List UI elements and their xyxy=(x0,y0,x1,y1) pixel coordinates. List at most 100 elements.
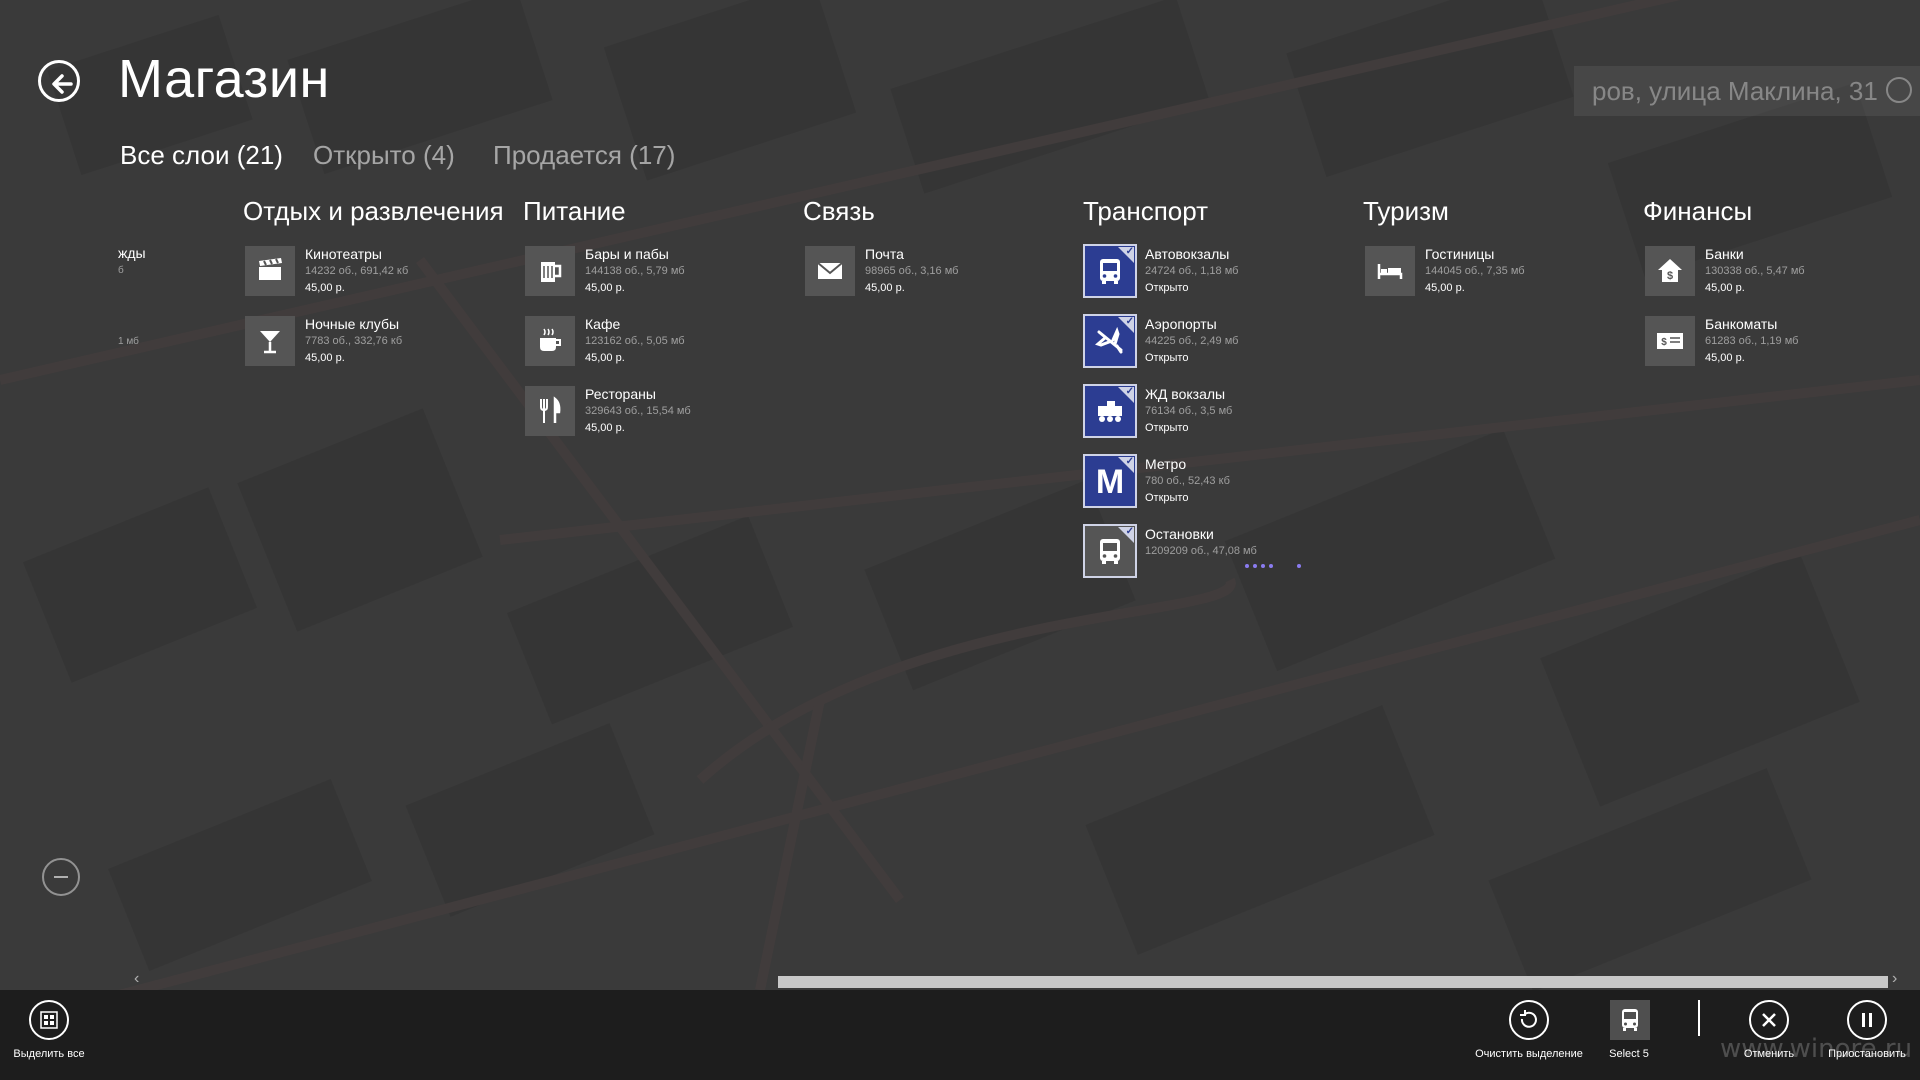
checkmark-icon: ✓ xyxy=(1125,246,1134,257)
item-name: Гостиницы xyxy=(1425,246,1495,262)
item-price: 45,00 р. xyxy=(865,282,905,294)
item-meta: 7783 об., 332,76 кб xyxy=(305,335,403,347)
back-button[interactable] xyxy=(38,60,80,102)
item-price: 45,00 р. xyxy=(585,422,625,434)
category-title-finance: Финансы xyxy=(1643,196,1753,226)
item-price: 45,00 р. xyxy=(305,282,345,294)
select-count-button[interactable]: Select 5 xyxy=(1574,1000,1684,1078)
checkmark-icon: ✓ xyxy=(1125,316,1134,327)
item-meta: 44225 об., 2,49 мб xyxy=(1145,335,1239,347)
item-price: 45,00 р. xyxy=(585,352,625,364)
item-name: Автовокзалы xyxy=(1145,246,1230,262)
item-meta: 144138 об., 5,79 мб xyxy=(585,265,685,277)
item-name: Аэропорты xyxy=(1145,316,1217,332)
category-title-entertainment: Отдых и развлечения xyxy=(243,196,504,226)
locate-icon[interactable] xyxy=(1886,77,1912,103)
layer-item-hotels[interactable]: Гостиницы 144045 об., 7,35 мб 45,00 р. xyxy=(1365,246,1625,302)
checkmark-icon: ✓ xyxy=(1125,526,1134,537)
item-name: Ночные клубы xyxy=(305,316,400,332)
select-all-button[interactable]: Выделить все xyxy=(0,1000,104,1078)
item-meta: 24724 об., 1,18 мб xyxy=(1145,265,1239,277)
layer-item-bus-stops[interactable]: ✓ Остановки 1209209 об., 47,08 мб xyxy=(1083,524,1345,582)
layer-item-railway-stations[interactable]: ✓ ЖД вокзалы 76134 об., 3,5 мб Открыто xyxy=(1083,384,1345,442)
item-name: Почта xyxy=(865,246,904,262)
page-title: Магазин xyxy=(118,49,330,109)
item-price: 45,00 р. xyxy=(1425,282,1465,294)
address-search-box[interactable]: ров, улица Маклина, 31 xyxy=(1574,66,1920,116)
item-price: 45,00 р. xyxy=(305,352,345,364)
layer-item-bars[interactable]: Бары и пабы 144138 об., 5,79 мб 45,00 р. xyxy=(525,246,785,302)
bus-icon xyxy=(1610,1000,1650,1040)
item-meta: 123162 об., 5,05 мб xyxy=(585,335,685,347)
coffee-cup-icon xyxy=(525,316,575,366)
envelope-icon xyxy=(805,246,855,296)
item-name: Кафе xyxy=(585,316,621,332)
item-name: Метро xyxy=(1145,456,1187,472)
item-price: 45,00 р. xyxy=(1705,352,1745,364)
item-price: 45,00 р. xyxy=(1705,282,1745,294)
layer-item-bus-stations[interactable]: ✓ Автовокзалы 24724 об., 1,18 мб Открыто xyxy=(1083,244,1345,302)
item-meta: 329643 об., 15,54 мб xyxy=(585,405,691,417)
scrollbar-thumb[interactable] xyxy=(778,976,1888,988)
layer-item-cinemas[interactable]: Кинотеатры 14232 об., 691,42 кб 45,00 р. xyxy=(245,246,505,302)
category-title-food: Питание xyxy=(523,196,626,226)
cocktail-icon xyxy=(245,316,295,366)
partial-item-meta: 1 мб xyxy=(118,336,139,347)
watermark: www.winore.ru xyxy=(1720,1034,1913,1064)
item-meta: 1209209 об., 47,08 мб xyxy=(1145,545,1257,557)
clear-selection-label: Очистить выделение xyxy=(1475,1048,1583,1060)
item-meta: 98965 об., 3,16 мб xyxy=(865,265,959,277)
item-name: Рестораны xyxy=(585,386,656,402)
airplane-icon: ✓ xyxy=(1083,314,1137,368)
checkmark-icon: ✓ xyxy=(1125,456,1134,467)
bank-icon: $ xyxy=(1645,246,1695,296)
svg-text:$: $ xyxy=(1667,270,1673,282)
app-bar-separator xyxy=(1698,1000,1700,1036)
item-meta: 14232 об., 691,42 кб xyxy=(305,265,409,277)
svg-text:$: $ xyxy=(1661,337,1667,348)
scroll-right-arrow-icon[interactable]: › xyxy=(1892,970,1897,988)
item-status: Открыто xyxy=(1145,282,1189,294)
item-meta: 780 об., 52,43 кб xyxy=(1145,475,1230,487)
item-meta: 144045 об., 7,35 мб xyxy=(1425,265,1525,277)
item-name: Бары и пабы xyxy=(585,246,669,262)
item-price: 45,00 р. xyxy=(585,282,625,294)
item-status: Открыто xyxy=(1145,352,1189,364)
layer-item-nightclubs[interactable]: Ночные клубы 7783 об., 332,76 кб 45,00 р… xyxy=(245,316,505,372)
layer-item-airports[interactable]: ✓ Аэропорты 44225 об., 2,49 мб Открыто xyxy=(1083,314,1345,372)
tab-for-sale[interactable]: Продается (17) xyxy=(493,140,675,171)
tab-all-layers[interactable]: Все слои (21) xyxy=(120,140,283,171)
fork-knife-icon xyxy=(525,386,575,436)
app-bar: Выделить все Очистить выделение Select 5… xyxy=(0,990,1920,1080)
bus-icon: ✓ xyxy=(1083,244,1137,298)
checkmark-icon: ✓ xyxy=(1125,386,1134,397)
clapperboard-icon xyxy=(245,246,295,296)
layer-item-cafe[interactable]: Кафе 123162 об., 5,05 мб 45,00 р. xyxy=(525,316,785,372)
atm-icon: $ xyxy=(1645,316,1695,366)
layer-item-banks[interactable]: $ Банки 130338 об., 5,47 мб 45,00 р. xyxy=(1645,246,1905,302)
item-name: Остановки xyxy=(1145,526,1214,542)
item-meta: 130338 об., 5,47 мб xyxy=(1705,265,1805,277)
layer-item-post[interactable]: Почта 98965 об., 3,16 мб 45,00 р. xyxy=(805,246,1065,302)
item-name: ЖД вокзалы xyxy=(1145,386,1226,402)
bus-stop-icon: ✓ xyxy=(1083,524,1137,578)
train-icon: ✓ xyxy=(1083,384,1137,438)
layer-item-metro[interactable]: M ✓ Метро 780 об., 52,43 кб Открыто xyxy=(1083,454,1345,512)
select-count-label: Select 5 xyxy=(1609,1048,1649,1060)
zoom-out-button[interactable] xyxy=(42,858,80,896)
undo-icon xyxy=(1509,1000,1549,1040)
select-all-icon xyxy=(29,1000,69,1040)
item-name: Банкоматы xyxy=(1705,316,1778,332)
metro-icon: M ✓ xyxy=(1083,454,1137,508)
layer-item-restaurants[interactable]: Рестораны 329643 об., 15,54 мб 45,00 р. xyxy=(525,386,785,442)
item-name: Банки xyxy=(1705,246,1744,262)
category-title-communication: Связь xyxy=(803,196,875,226)
tab-open[interactable]: Открыто (4) xyxy=(313,140,455,171)
bed-icon xyxy=(1365,246,1415,296)
item-meta: 76134 об., 3,5 мб xyxy=(1145,405,1233,417)
item-name: Кинотеатры xyxy=(305,246,382,262)
item-meta: 61283 об., 1,19 мб xyxy=(1705,335,1799,347)
scroll-left-arrow-icon[interactable]: ‹ xyxy=(134,970,139,988)
clear-selection-button[interactable]: Очистить выделение xyxy=(1474,1000,1584,1078)
layer-item-atms[interactable]: $ Банкоматы 61283 об., 1,19 мб 45,00 р. xyxy=(1645,316,1905,372)
